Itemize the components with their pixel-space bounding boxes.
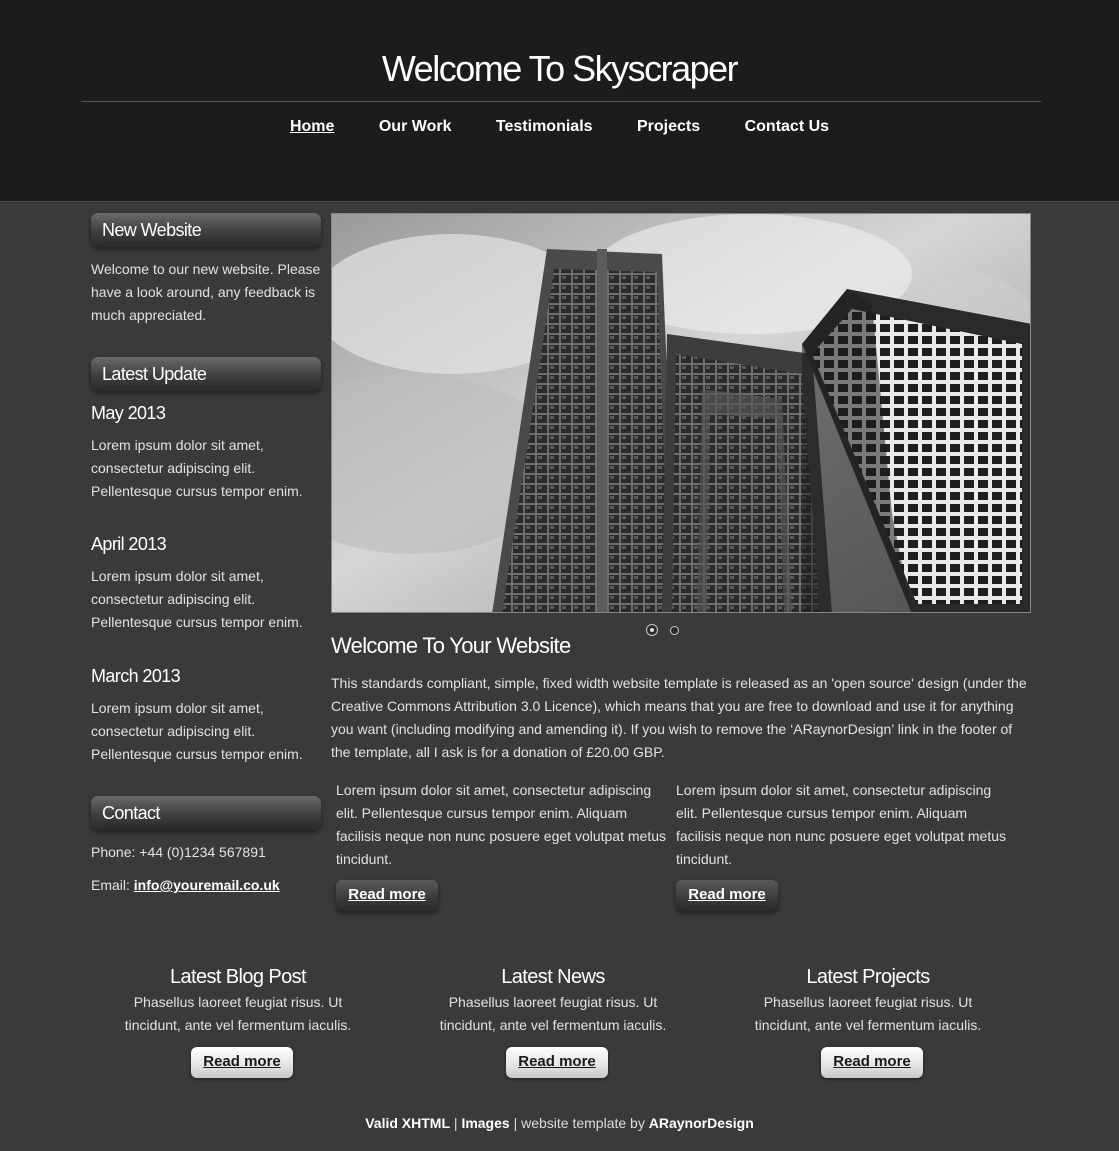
latest-news: Latest News Phasellus laoreet feugiat ri…: [403, 964, 703, 1037]
update-date: March 2013: [91, 666, 181, 686]
nav-projects[interactable]: Projects: [637, 118, 700, 136]
read-more-button[interactable]: Read more: [676, 880, 778, 911]
read-more-button[interactable]: Read more: [336, 880, 438, 911]
author-link[interactable]: ARaynorDesign: [649, 1115, 754, 1131]
new-website-heading: New Website: [91, 213, 321, 247]
update-text: Lorem ipsum dolor sit amet, consectetur …: [91, 700, 303, 762]
contact-email-link[interactable]: info@youremail.co.uk: [134, 877, 280, 893]
slide-dot-1[interactable]: [646, 624, 658, 636]
update-text: Lorem ipsum dolor sit amet, consectetur …: [91, 437, 303, 499]
bottom-text: Phasellus laoreet feugiat risus. Ut tinc…: [439, 994, 667, 1033]
contact-email-row: Email: info@youremail.co.uk: [91, 874, 327, 897]
bottom-heading: Latest Projects: [806, 966, 930, 988]
slideshow-image: [331, 213, 1031, 613]
title-divider: [81, 101, 1041, 102]
bottom-text: Phasellus laoreet feugiat risus. Ut tinc…: [124, 994, 352, 1033]
latest-projects: Latest Projects Phasellus laoreet feugia…: [718, 964, 1018, 1037]
column-text: Lorem ipsum dolor sit amet, consectetur …: [676, 782, 1006, 867]
update-date: May 2013: [91, 403, 166, 423]
column-text: Lorem ipsum dolor sit amet, consectetur …: [336, 782, 666, 867]
images-link[interactable]: Images: [461, 1115, 509, 1131]
latest-blog-post: Latest Blog Post Phasellus laoreet feugi…: [88, 964, 388, 1037]
bottom-text: Phasellus laoreet feugiat risus. Ut tinc…: [754, 994, 982, 1033]
site-header: Welcome To Skyscraper Home Our Work Test…: [0, 0, 1119, 202]
valid-xhtml-link[interactable]: Valid XHTML: [365, 1115, 450, 1131]
site-title: Welcome To Skyscraper: [381, 48, 739, 89]
footer-credit-text: | website template by: [509, 1115, 649, 1131]
main-heading: Welcome To Your Website: [331, 633, 571, 658]
latest-update-heading: Latest Update: [91, 357, 321, 391]
nav-home[interactable]: Home: [290, 118, 334, 136]
nav-testimonials[interactable]: Testimonials: [496, 118, 593, 136]
bottom-heading: Latest Blog Post: [169, 966, 307, 988]
bottom-heading: Latest News: [501, 966, 605, 988]
read-more-button[interactable]: Read more: [821, 1047, 923, 1078]
site-footer: Valid XHTML | Images | website template …: [0, 1115, 1119, 1131]
update-text: Lorem ipsum dolor sit amet, consectetur …: [91, 568, 303, 630]
contact-phone: Phone: +44 (0)1234 567891: [91, 844, 266, 860]
main-nav: Home Our Work Testimonials Projects Cont…: [0, 118, 1119, 136]
new-website-text: Welcome to our new website. Please have …: [91, 261, 321, 323]
update-date: April 2013: [91, 534, 167, 554]
slide-dot-2[interactable]: [670, 626, 679, 635]
main-intro: This standards compliant, simple, fixed …: [331, 675, 1027, 760]
contact-email-label: Email:: [91, 877, 134, 893]
nav-our-work[interactable]: Our Work: [379, 118, 452, 136]
read-more-button[interactable]: Read more: [506, 1047, 608, 1078]
nav-contact-us[interactable]: Contact Us: [745, 118, 829, 136]
contact-heading: Contact: [91, 796, 321, 830]
read-more-button[interactable]: Read more: [191, 1047, 293, 1078]
footer-separator: |: [450, 1115, 462, 1131]
